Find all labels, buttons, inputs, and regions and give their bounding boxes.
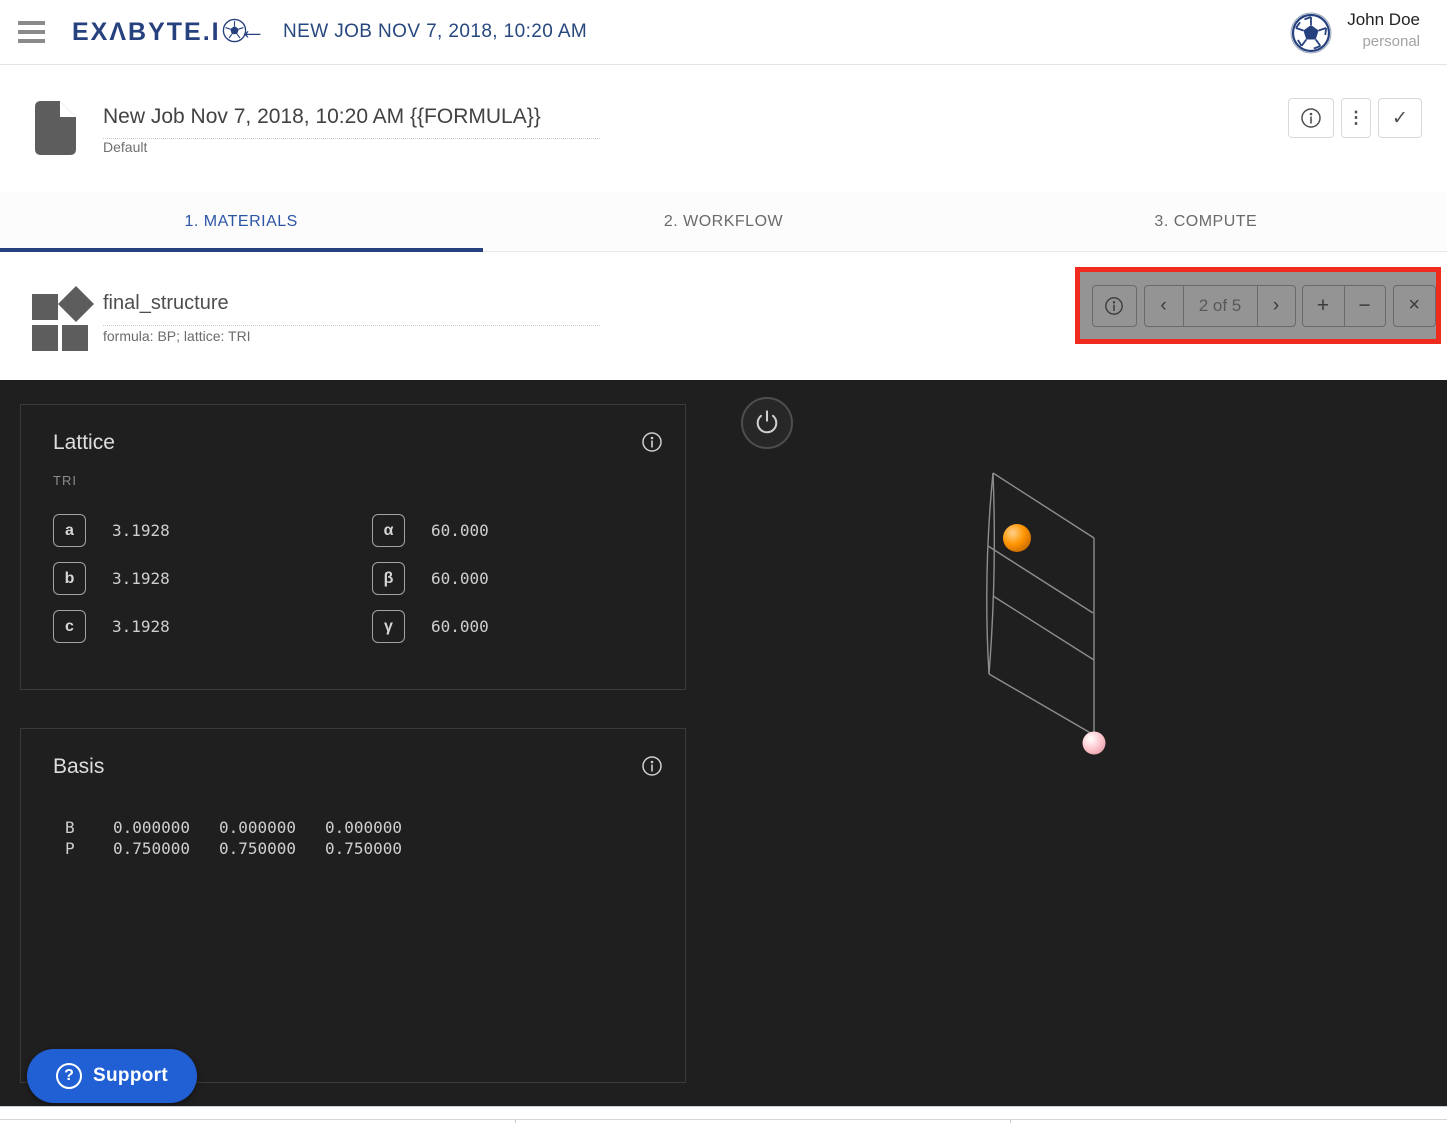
basis-coord-z: 0.000000 [325, 817, 397, 838]
bottom-divider [515, 1119, 516, 1123]
logo-text: EXΛBYTE.I [72, 18, 221, 47]
lattice-param-gamma: γ 60.000 [372, 610, 489, 643]
param-value-gamma: 60.000 [431, 617, 489, 636]
material-toolbar-highlight: ‹ 2 of 5 › + − × [1075, 267, 1441, 344]
job-title-editable[interactable]: New Job Nov 7, 2018, 10:20 AM {{FORMULA}… [103, 105, 600, 139]
param-badge-c: c [53, 610, 86, 643]
tab-materials[interactable]: 1. MATERIALS [0, 192, 482, 251]
basis-panel: Basis B 0.000000 0.000000 0.000000 P 0.7… [20, 728, 686, 1083]
job-subtitle: Default [103, 139, 147, 155]
atom-B-pink [1083, 732, 1106, 755]
param-value-b: 3.1928 [112, 569, 170, 588]
param-value-alpha: 60.000 [431, 521, 489, 540]
material-icon [31, 286, 95, 357]
lattice-title: Lattice [53, 431, 115, 455]
lattice-panel: Lattice TRI a 3.1928 b 3.1928 c 3.1928 [20, 404, 686, 690]
basis-coordinates-table: B 0.000000 0.000000 0.000000 P 0.750000 … [65, 817, 397, 859]
param-badge-b: b [53, 562, 86, 595]
lattice-param-b: b 3.1928 [53, 562, 170, 595]
material-header: final_structure formula: BP; lattice: TR… [0, 252, 1447, 380]
basis-row-P: P 0.750000 0.750000 0.750000 [65, 838, 397, 859]
param-badge-gamma: γ [372, 610, 405, 643]
param-value-c: 3.1928 [112, 617, 170, 636]
basis-element: P [65, 838, 79, 859]
remove-material-button[interactable]: − [1344, 286, 1385, 326]
material-title-editable[interactable]: final_structure [103, 292, 600, 326]
basis-title: Basis [53, 755, 104, 779]
param-badge-alpha: α [372, 514, 405, 547]
lattice-info-icon[interactable] [641, 431, 663, 458]
basis-row-B: B 0.000000 0.000000 0.000000 [65, 817, 397, 838]
bottom-strip [0, 1106, 1447, 1122]
job-more-button[interactable]: ⋮ [1341, 98, 1371, 138]
atom-P-orange [1003, 524, 1031, 552]
job-save-button[interactable]: ✓ [1378, 98, 1422, 138]
lattice-type-label: TRI [53, 473, 77, 488]
user-plan: personal [1347, 33, 1420, 50]
basis-coord-y: 0.750000 [219, 838, 291, 859]
lattice-param-beta: β 60.000 [372, 562, 489, 595]
param-value-a: 3.1928 [112, 521, 170, 540]
support-label: Support [93, 1065, 168, 1087]
param-value-beta: 60.000 [431, 569, 489, 588]
job-header: New Job Nov 7, 2018, 10:20 AM {{FORMULA}… [0, 65, 1447, 192]
basis-coord-z: 0.750000 [325, 838, 397, 859]
job-info-button[interactable] [1288, 98, 1334, 138]
unit-cell-wireframe [987, 473, 1094, 743]
basis-coord-x: 0.000000 [113, 817, 185, 838]
workflow-step-tabs: 1. MATERIALS 2. WORKFLOW 3. COMPUTE [0, 192, 1447, 252]
question-mark-icon: ? [56, 1063, 82, 1089]
lattice-param-alpha: α 60.000 [372, 514, 489, 547]
user-name: John Doe [1347, 10, 1420, 30]
add-material-button[interactable]: + [1303, 286, 1344, 326]
material-info-button[interactable] [1092, 285, 1137, 327]
basis-info-icon[interactable] [641, 755, 663, 782]
document-icon [33, 100, 77, 161]
job-actions: ⋮ ✓ [1288, 98, 1422, 138]
previous-material-button[interactable]: ‹ [1145, 286, 1183, 326]
hamburger-menu-icon[interactable] [18, 21, 46, 43]
material-pager: ‹ 2 of 5 › [1144, 285, 1296, 327]
tab-compute[interactable]: 3. COMPUTE [965, 192, 1447, 251]
material-add-remove-group: + − [1302, 285, 1386, 327]
material-editor-dark-section: Lattice TRI a 3.1928 b 3.1928 c 3.1928 [0, 380, 1447, 1106]
viewer-power-button[interactable] [741, 397, 793, 449]
param-badge-a: a [53, 514, 86, 547]
tab-workflow[interactable]: 2. WORKFLOW [482, 192, 964, 251]
lattice-param-a: a 3.1928 [53, 514, 170, 547]
basis-coord-y: 0.000000 [219, 817, 291, 838]
user-block: John Doe personal [1347, 10, 1420, 50]
page: EXΛBYTE.I ← NEW JOB NOV 7, 2018, 10:20 A… [0, 0, 1447, 1122]
param-badge-beta: β [372, 562, 405, 595]
bottom-divider [1010, 1119, 1011, 1123]
next-material-button[interactable]: › [1257, 286, 1295, 326]
user-avatar[interactable] [1289, 11, 1333, 55]
close-material-button[interactable]: × [1393, 285, 1437, 327]
support-button[interactable]: ? Support [27, 1049, 197, 1103]
lattice-param-c: c 3.1928 [53, 610, 170, 643]
basis-coord-x: 0.750000 [113, 838, 185, 859]
bottom-hairline [0, 1119, 1447, 1120]
topbar-job-title: NEW JOB NOV 7, 2018, 10:20 AM [283, 21, 587, 43]
material-subtitle: formula: BP; lattice: TRI [103, 328, 251, 344]
exabyte-logo[interactable]: EXΛBYTE.I [72, 16, 247, 48]
material-pager-label: 2 of 5 [1183, 286, 1257, 326]
basis-element: B [65, 817, 79, 838]
top-navbar: EXΛBYTE.I ← NEW JOB NOV 7, 2018, 10:20 A… [0, 0, 1447, 65]
back-arrow-icon[interactable]: ← [238, 14, 266, 46]
